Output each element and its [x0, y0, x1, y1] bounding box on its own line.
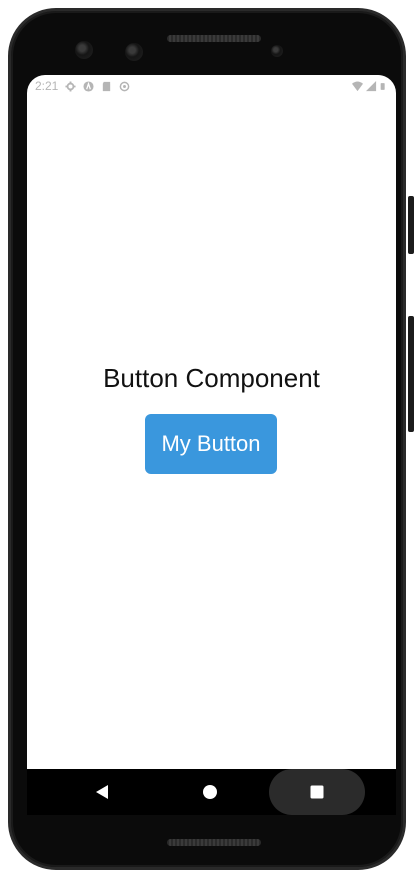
recents-icon — [310, 785, 324, 799]
wifi-icon — [352, 80, 363, 91]
back-icon — [96, 785, 108, 799]
nav-back[interactable] — [87, 769, 117, 815]
a11y-icon — [83, 80, 94, 92]
main-content: Button Component My Button — [27, 97, 396, 769]
status-time: 2:21 — [35, 79, 59, 93]
power-button[interactable] — [408, 196, 414, 254]
settings-icon — [65, 80, 76, 92]
navigation-bar — [27, 769, 396, 815]
home-icon — [203, 785, 217, 799]
my-button[interactable]: My Button — [145, 414, 277, 474]
status-bar: 2:21 — [27, 75, 396, 97]
sync-icon — [120, 81, 130, 91]
signal-icon — [366, 80, 377, 91]
battery-icon — [380, 82, 385, 90]
camera-lens-right — [125, 43, 143, 61]
page-title: Button Component — [103, 363, 320, 393]
camera-lens-left — [75, 41, 93, 59]
front-camera — [271, 45, 283, 57]
volume-button[interactable] — [408, 316, 414, 432]
nav-recents[interactable] — [302, 769, 332, 815]
top-speaker — [167, 35, 261, 42]
screen: 2:21 Button Component My Button — [27, 75, 396, 815]
nav-home[interactable] — [195, 769, 225, 815]
bottom-speaker — [167, 839, 261, 846]
sd-card-icon — [103, 81, 111, 91]
